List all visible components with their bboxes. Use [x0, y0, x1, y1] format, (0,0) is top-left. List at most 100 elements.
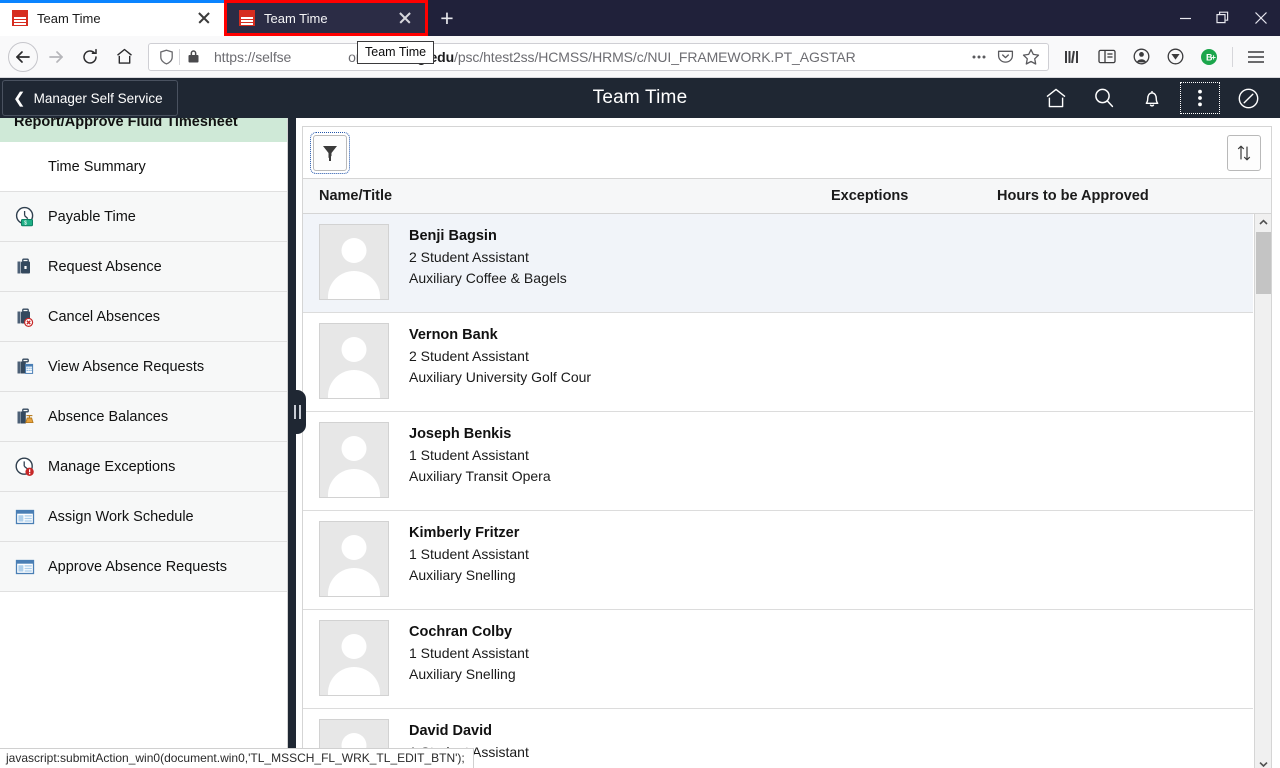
sidebar-item-label: Request Absence: [48, 258, 162, 275]
sort-icon[interactable]: [1227, 134, 1261, 171]
downloads-icon[interactable]: [1159, 41, 1191, 73]
scroll-down-icon[interactable]: [1255, 756, 1271, 768]
briefcase-icon: [14, 256, 36, 278]
window-icon: [14, 556, 36, 578]
employee-dept: Auxiliary Snelling: [409, 567, 516, 583]
browser-tab-2[interactable]: Team Time: [224, 0, 428, 36]
sidebar-item-approve-absence-requests[interactable]: Approve Absence Requests: [0, 542, 287, 592]
sidebar-item-absence-balances[interactable]: Absence Balances: [0, 392, 287, 442]
spacer-icon: [14, 156, 36, 178]
table-row[interactable]: Vernon Bank 2 Student Assistant Auxiliar…: [303, 313, 1253, 412]
tab-title: Team Time: [37, 10, 101, 26]
sidebar-item-label: Time Summary: [48, 158, 146, 175]
bookmark-star-icon[interactable]: [1018, 48, 1044, 66]
sidebar-item-label: Approve Absence Requests: [48, 558, 227, 575]
actions-icon[interactable]: [1176, 78, 1224, 118]
sidebar-item-label: Cancel Absences: [48, 308, 161, 325]
back-to-manager-self-service-button[interactable]: ❮ Manager Self Service: [2, 80, 178, 116]
search-icon[interactable]: [1080, 78, 1128, 118]
sidebar-item-request-absence[interactable]: Request Absence: [0, 242, 287, 292]
sidebar-item-view-absence-requests[interactable]: View Absence Requests: [0, 342, 287, 392]
home-button[interactable]: [108, 41, 140, 73]
menu-icon[interactable]: [1240, 41, 1272, 73]
employee-name[interactable]: David David: [409, 721, 529, 742]
sidebar: Report/Approve Fluid Timesheet Time Summ…: [0, 118, 288, 768]
employee-name[interactable]: Cochran Colby: [409, 622, 529, 643]
sidebar-item-label: Manage Exceptions: [48, 458, 176, 475]
column-header-name-title[interactable]: Name/Title: [303, 188, 831, 204]
scroll-up-icon[interactable]: [1255, 214, 1271, 231]
collapse-panel-handle[interactable]: [288, 390, 306, 434]
reload-button[interactable]: [74, 41, 106, 73]
table-row[interactable]: Cochran Colby 1 Student Assistant Auxili…: [303, 610, 1253, 709]
close-icon[interactable]: [395, 8, 415, 28]
svg-text:$: $: [24, 220, 27, 226]
pocket-icon[interactable]: [992, 48, 1018, 65]
sidebar-icon[interactable]: [1091, 41, 1123, 73]
employee-title: 1 Student Assistant: [409, 546, 529, 562]
employee-name[interactable]: Vernon Bank: [409, 325, 591, 346]
column-header-exceptions[interactable]: Exceptions: [831, 188, 997, 204]
oracle-favicon: [239, 10, 255, 26]
employee-dept: Auxiliary Transit Opera: [409, 468, 551, 484]
back-button[interactable]: [8, 41, 38, 72]
sidebar-item-cancel-absences[interactable]: Cancel Absences: [0, 292, 287, 342]
employee-name[interactable]: Kimberly Fritzer: [409, 523, 529, 544]
browser-window: Team Time Team Time + https://selfse /ps…: [0, 0, 1280, 768]
panel-divider: [288, 118, 296, 768]
forward-button: [40, 41, 72, 73]
close-button[interactable]: [1242, 0, 1280, 36]
filter-icon[interactable]: [310, 131, 350, 174]
employee-title: 2 Student Assistant: [409, 348, 529, 364]
minimize-button[interactable]: [1166, 0, 1204, 36]
table-row[interactable]: Joseph Benkis 1 Student Assistant Auxili…: [303, 412, 1253, 511]
row-text: Vernon Bank 2 Student Assistant Auxiliar…: [409, 323, 591, 388]
account-icon[interactable]: [1125, 41, 1157, 73]
library-icon[interactable]: [1057, 41, 1089, 73]
row-text: Joseph Benkis 1 Student Assistant Auxili…: [409, 422, 551, 487]
window-icon: [14, 506, 36, 528]
new-tab-button[interactable]: +: [428, 0, 466, 36]
oracle-favicon: [12, 10, 28, 26]
avatar: [319, 620, 389, 696]
employee-title: 1 Student Assistant: [409, 447, 529, 463]
table-row[interactable]: Kimberly Fritzer 1 Student Assistant Aux…: [303, 511, 1253, 610]
close-icon[interactable]: [194, 8, 214, 28]
sidebar-item-label: Payable Time: [48, 208, 136, 225]
briefcase-scale-icon: [14, 406, 36, 428]
navbar-icon[interactable]: [1224, 78, 1272, 118]
table-row[interactable]: Benji Bagsin 2 Student Assistant Auxilia…: [303, 214, 1253, 313]
lock-icon[interactable]: [180, 49, 206, 64]
extension-icon[interactable]: B +: [1193, 41, 1225, 73]
tab-title: Team Time: [264, 10, 328, 26]
scrollbar-thumb[interactable]: [1256, 232, 1271, 294]
browser-toolbar: https://selfse onehcm.usg.edu/psc/htest2…: [0, 36, 1280, 78]
sidebar-item-manage-exceptions[interactable]: Manage Exceptions: [0, 442, 287, 492]
avatar: [319, 422, 389, 498]
avatar: [319, 521, 389, 597]
notifications-icon[interactable]: [1128, 78, 1176, 118]
status-bar: javascript:submitAction_win0(document.wi…: [0, 748, 474, 768]
browser-tab-1[interactable]: Team Time: [0, 0, 224, 36]
list-scrollbar[interactable]: [1254, 214, 1271, 768]
briefcase-cancel-icon: [14, 306, 36, 328]
home-icon[interactable]: [1032, 78, 1080, 118]
shield-icon[interactable]: [153, 49, 179, 65]
page-actions-icon[interactable]: [966, 54, 992, 60]
url-text[interactable]: https://selfse onehcm.usg.edu/psc/htest2…: [206, 49, 966, 65]
list-toolbar: [302, 126, 1272, 178]
sidebar-item-label: Absence Balances: [48, 408, 169, 425]
sidebar-item-assign-work-schedule[interactable]: Assign Work Schedule: [0, 492, 287, 542]
address-bar-actions: [966, 48, 1044, 66]
employee-name[interactable]: Benji Bagsin: [409, 226, 567, 247]
address-bar[interactable]: https://selfse onehcm.usg.edu/psc/htest2…: [148, 42, 1049, 71]
restore-button[interactable]: [1204, 0, 1242, 36]
column-header-hours-to-approve[interactable]: Hours to be Approved: [997, 188, 1271, 204]
employee-name[interactable]: Joseph Benkis: [409, 424, 551, 445]
employee-list-scroll: Benji Bagsin 2 Student Assistant Auxilia…: [303, 214, 1271, 768]
sidebar-item-payable-time[interactable]: $ Payable Time: [0, 192, 287, 242]
sidebar-item-time-summary[interactable]: Time Summary: [0, 142, 287, 192]
employee-dept: Auxiliary Coffee & Bagels: [409, 270, 567, 286]
sidebar-item-report-approve-fluid-timesheet[interactable]: Report/Approve Fluid Timesheet: [0, 118, 287, 142]
peoplesoft-app: ❮ Manager Self Service Team Time Report/…: [0, 78, 1280, 768]
